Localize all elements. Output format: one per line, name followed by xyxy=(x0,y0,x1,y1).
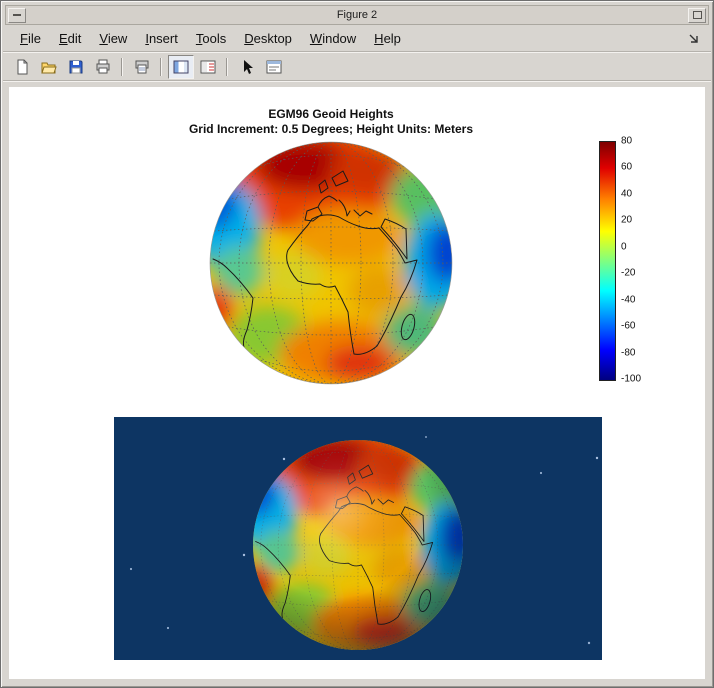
menu-desktop[interactable]: Desktop xyxy=(235,27,301,50)
menu-help[interactable]: Help xyxy=(365,27,410,50)
plot-title: EGM96 Geoid Heights Grid Increment: 0.5 … xyxy=(49,107,613,137)
colorbar-tick-label: -60 xyxy=(621,321,635,332)
plot-browser-button[interactable] xyxy=(195,55,221,79)
menu-view[interactable]: View xyxy=(90,27,136,50)
open-file-button[interactable] xyxy=(36,55,62,79)
plot-title-line2: Grid Increment: 0.5 Degrees; Height Unit… xyxy=(49,122,613,137)
window-menu-icon xyxy=(13,14,21,16)
save-floppy-icon xyxy=(68,59,84,75)
plot-tools-icon xyxy=(173,59,189,75)
toolbar-separator xyxy=(226,58,228,76)
plot-title-line1: EGM96 Geoid Heights xyxy=(49,107,613,122)
colorbar-tick-label: -80 xyxy=(621,347,635,358)
property-editor-icon xyxy=(266,59,282,75)
geoid-globe-2d xyxy=(209,141,453,385)
colorbar-tick-label: 80 xyxy=(621,136,632,147)
toolbar xyxy=(3,53,711,81)
dock-arrow-icon xyxy=(687,32,701,46)
edit-plot-button[interactable] xyxy=(234,55,260,79)
colorbar-tick-label: 20 xyxy=(621,215,632,226)
menu-file[interactable]: File xyxy=(11,27,50,50)
colorbar-tick-labels: 80 60 40 20 0 -20 -40 -60 -80 -100 xyxy=(621,141,661,379)
colorbar-tick-label: 0 xyxy=(621,241,627,252)
geoid-globe-3d xyxy=(114,417,602,660)
menubar: File Edit View Insert Tools Desktop Wind… xyxy=(3,26,711,52)
property-editor-button[interactable] xyxy=(261,55,287,79)
menu-edit[interactable]: Edit xyxy=(50,27,90,50)
colorbar-tick-label: -100 xyxy=(621,374,641,385)
titlebar[interactable]: Figure 2 xyxy=(5,5,709,25)
window-title: Figure 2 xyxy=(28,9,686,21)
print-preview-icon xyxy=(134,59,150,75)
printer-icon xyxy=(95,59,111,75)
toolbar-separator xyxy=(121,58,123,76)
figure-window: Figure 2 File Edit View Insert Tools Des… xyxy=(0,0,714,688)
dock-figure-button[interactable] xyxy=(687,32,701,46)
maximize-button[interactable] xyxy=(688,8,706,23)
figure-canvas: EGM96 Geoid Heights Grid Increment: 0.5 … xyxy=(9,87,705,679)
colorbar-tick-label: -40 xyxy=(621,294,635,305)
window-menu-button[interactable] xyxy=(8,8,26,23)
print-figure-button[interactable] xyxy=(90,55,116,79)
save-figure-button[interactable] xyxy=(63,55,89,79)
menu-insert[interactable]: Insert xyxy=(136,27,187,50)
new-document-icon xyxy=(14,59,30,75)
menu-window[interactable]: Window xyxy=(301,27,365,50)
space-panel xyxy=(114,417,602,660)
plot-browser-icon xyxy=(200,59,216,75)
new-figure-button[interactable] xyxy=(9,55,35,79)
colorbar-tick-label: 60 xyxy=(621,162,632,173)
colorbar-tick-label: -20 xyxy=(621,268,635,279)
toolbar-separator xyxy=(160,58,162,76)
print-preview-button[interactable] xyxy=(129,55,155,79)
cursor-arrow-icon xyxy=(239,59,255,75)
colorbar-tick-label: 40 xyxy=(621,188,632,199)
show-plot-tools-button[interactable] xyxy=(168,55,194,79)
open-folder-icon xyxy=(41,59,57,75)
colorbar xyxy=(599,141,616,381)
maximize-icon xyxy=(693,11,702,19)
menu-tools[interactable]: Tools xyxy=(187,27,235,50)
